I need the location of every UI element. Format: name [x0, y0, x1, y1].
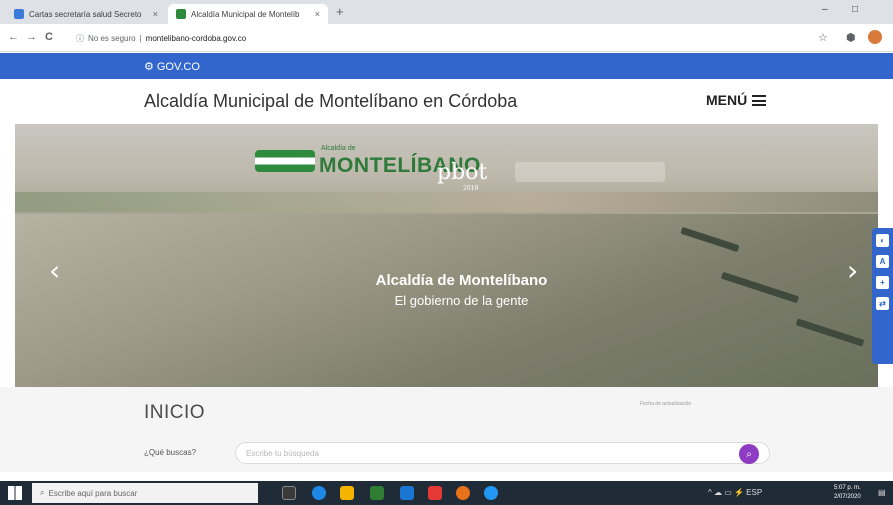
- minimize-button[interactable]: –: [822, 4, 828, 15]
- carousel-caption: Alcaldía de Montelíbano El gobierno de l…: [15, 272, 878, 308]
- address-bar: ← → C ⓘ No es seguro | montelibano-cordo…: [0, 24, 893, 52]
- security-label: No es seguro: [88, 33, 136, 43]
- windows-taskbar: ⌕ Escribe aquí para buscar ^ ☁ ▭ ⚡ ESP 5…: [0, 481, 893, 505]
- govco-link[interactable]: ⚙ GOV.CO: [144, 60, 200, 74]
- site-title[interactable]: Alcaldía Municipal de Montelíbano en Cór…: [144, 91, 517, 112]
- browser-tab-2[interactable]: Alcaldía Municipal de Montelíb ×: [168, 4, 328, 24]
- taskbar-search-text: Escribe aquí para buscar: [48, 488, 138, 498]
- background-sign: [515, 162, 665, 182]
- info-icon[interactable]: ⓘ: [76, 33, 84, 44]
- search-label: ¿Qué buscas?: [144, 448, 197, 457]
- browser-app-icon[interactable]: [484, 486, 498, 500]
- govco-logo-icon: ⚙: [144, 61, 154, 73]
- browser-tab-1[interactable]: Cartas secretaría salud Secreto ×: [6, 4, 166, 24]
- page-title: INICIO: [144, 402, 206, 423]
- clock-date: 2/07/2020: [834, 494, 861, 500]
- pbot-logo: pbot 2019: [437, 160, 487, 192]
- hero-carousel: Alcaldía de MONTELÍBANO pbot 2019 ‹ › Al…: [15, 124, 878, 387]
- hamburger-icon: [752, 94, 767, 106]
- zoom-in-icon[interactable]: +: [876, 276, 889, 289]
- clock-time: 5:07 p. m.: [834, 485, 861, 491]
- search-button[interactable]: ⌕: [739, 444, 759, 464]
- gov-bar: ⚙ GOV.CO: [0, 53, 893, 79]
- caption-title: Alcaldía de Montelíbano: [375, 272, 548, 289]
- tab-favicon-icon: [14, 9, 24, 19]
- font-size-icon[interactable]: A: [876, 255, 889, 268]
- chrome-icon[interactable]: [456, 486, 470, 500]
- menu-label: MENÚ: [706, 92, 748, 108]
- search-icon: ⌕: [746, 448, 752, 460]
- taskbar-clock[interactable]: 5:07 p. m. 2/07/2020: [834, 484, 861, 502]
- flag-icon: [255, 150, 315, 172]
- home-section: INICIO Fecha de actualización ¿Qué busca…: [0, 387, 893, 472]
- pbot-text: pbot: [437, 160, 488, 185]
- office-icon[interactable]: [428, 486, 442, 500]
- menu-button[interactable]: MENÚ: [706, 92, 767, 108]
- site-header: Alcaldía Municipal de Montelíbano en Cór…: [0, 79, 893, 124]
- url-field[interactable]: ⓘ No es seguro | montelibano-cordoba.gov…: [76, 29, 396, 47]
- forward-button[interactable]: →: [26, 31, 37, 43]
- back-button[interactable]: ←: [8, 31, 19, 43]
- new-tab-button[interactable]: +: [336, 4, 344, 19]
- reload-button[interactable]: C: [45, 31, 53, 43]
- edge-icon[interactable]: [312, 486, 326, 500]
- govco-label: GOV.CO: [156, 60, 200, 73]
- tab-favicon-icon: [176, 9, 186, 19]
- search-icon: ⌕: [40, 488, 45, 497]
- restore-button[interactable]: □: [852, 4, 858, 15]
- tab-close-icon[interactable]: ×: [315, 9, 320, 19]
- hero-horizon: [15, 192, 878, 212]
- tab-label: Cartas secretaría salud Secreto: [29, 9, 142, 19]
- pbot-subtext: 2019: [463, 185, 479, 192]
- url-text: montelibano-cordoba.gov.co: [145, 33, 247, 43]
- logo-small-text: Alcaldía de: [321, 145, 356, 152]
- last-update-text: Fecha de actualización: [640, 401, 692, 407]
- file-explorer-icon[interactable]: [340, 486, 354, 500]
- mail-icon[interactable]: [400, 486, 414, 500]
- profile-avatar[interactable]: [868, 30, 882, 44]
- bookmark-star-icon[interactable]: ☆: [818, 31, 828, 44]
- notifications-icon[interactable]: ▤: [878, 488, 886, 497]
- browser-tab-bar: Cartas secretaría salud Secreto × Alcald…: [0, 0, 893, 24]
- contrast-icon[interactable]: ◐: [876, 234, 889, 247]
- search-input[interactable]: Escribe tu búsqueda: [235, 442, 770, 464]
- store-icon[interactable]: [370, 486, 384, 500]
- task-view-icon[interactable]: [282, 486, 296, 500]
- taskbar-search[interactable]: ⌕ Escribe aquí para buscar: [32, 483, 258, 503]
- accessibility-bar: ◐ A + ⇄: [872, 228, 893, 364]
- tab-label: Alcaldía Municipal de Montelíb: [191, 9, 300, 19]
- windows-start-icon[interactable]: [8, 486, 22, 500]
- tray-icons[interactable]: ^ ☁ ▭ ⚡ ESP: [708, 488, 762, 497]
- relay-icon[interactable]: ⇄: [876, 297, 889, 310]
- caption-subtitle: El gobierno de la gente: [394, 293, 529, 308]
- tab-close-icon[interactable]: ×: [153, 9, 158, 19]
- extension-icon[interactable]: ⬢: [846, 31, 856, 44]
